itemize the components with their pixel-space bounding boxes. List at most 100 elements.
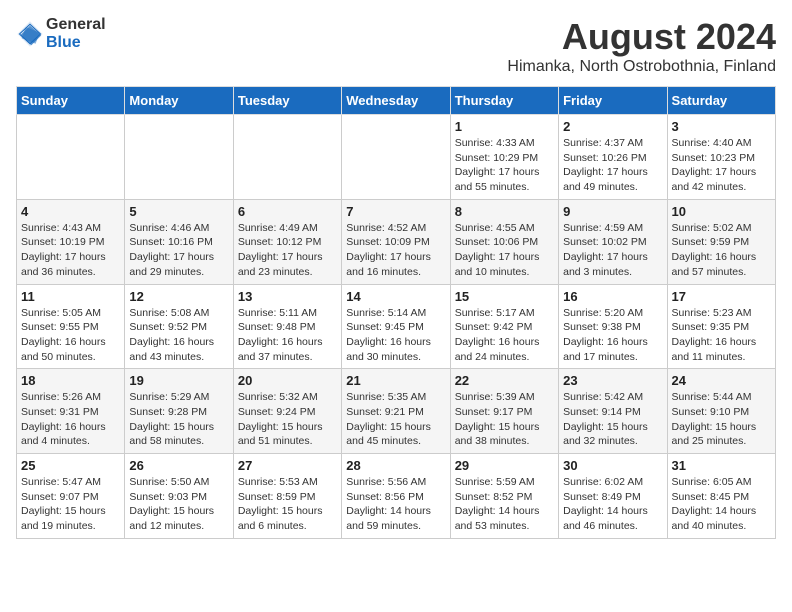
week-row-2: 4 Sunrise: 4:43 AM Sunset: 10:19 PM Dayli… — [17, 199, 776, 284]
day-number: 19 — [129, 373, 228, 388]
day-number: 28 — [346, 458, 445, 473]
day-info: Sunrise: 4:59 AM Sunset: 10:02 PM Daylig… — [563, 221, 662, 280]
day-info: Sunrise: 5:26 AM Sunset: 9:31 PM Dayligh… — [21, 390, 120, 449]
day-cell: 2 Sunrise: 4:37 AM Sunset: 10:26 PM Dayli… — [559, 115, 667, 200]
header-sunday: Sunday — [17, 87, 125, 115]
calendar-title: August 2024 — [507, 16, 776, 58]
day-number: 9 — [563, 204, 662, 219]
day-info: Sunrise: 5:59 AM Sunset: 8:52 PM Dayligh… — [455, 475, 554, 534]
day-cell: 18 Sunrise: 5:26 AM Sunset: 9:31 PM Dayli… — [17, 369, 125, 454]
day-info: Sunrise: 4:43 AM Sunset: 10:19 PM Daylig… — [21, 221, 120, 280]
day-number: 18 — [21, 373, 120, 388]
day-info: Sunrise: 4:40 AM Sunset: 10:23 PM Daylig… — [672, 136, 771, 195]
logo-text: General Blue — [46, 16, 106, 51]
day-info: Sunrise: 4:55 AM Sunset: 10:06 PM Daylig… — [455, 221, 554, 280]
day-cell: 16Sunrise: 5:20 AM Sunset: 9:38 PM Dayli… — [559, 284, 667, 369]
title-section: August 2024 Himanka, North Ostrobothnia,… — [507, 16, 776, 76]
day-info: Sunrise: 6:02 AM Sunset: 8:49 PM Dayligh… — [563, 475, 662, 534]
day-cell: 5 Sunrise: 4:46 AM Sunset: 10:16 PM Dayli… — [125, 199, 233, 284]
day-cell: 27 Sunrise: 5:53 AM Sunset: 8:59 PM Dayli… — [233, 454, 341, 539]
day-info: Sunrise: 6:05 AM Sunset: 8:45 PM Dayligh… — [672, 475, 771, 534]
day-cell: 26 Sunrise: 5:50 AM Sunset: 9:03 PM Dayli… — [125, 454, 233, 539]
day-info: Sunrise: 5:39 AM Sunset: 9:17 PM Dayligh… — [455, 390, 554, 449]
week-row-1: 1 Sunrise: 4:33 AM Sunset: 10:29 PM Dayli… — [17, 115, 776, 200]
day-cell: 13 Sunrise: 5:11 AM Sunset: 9:48 PM Dayli… — [233, 284, 341, 369]
day-number: 21 — [346, 373, 445, 388]
day-cell: 1 Sunrise: 4:33 AM Sunset: 10:29 PM Dayli… — [450, 115, 558, 200]
day-cell: 3 Sunrise: 4:40 AM Sunset: 10:23 PM Dayli… — [667, 115, 775, 200]
header-friday: Friday — [559, 87, 667, 115]
day-cell: 24Sunrise: 5:44 AM Sunset: 9:10 PM Dayli… — [667, 369, 775, 454]
day-info: Sunrise: 5:29 AM Sunset: 9:28 PM Dayligh… — [129, 390, 228, 449]
day-number: 6 — [238, 204, 337, 219]
day-info: Sunrise: 4:33 AM Sunset: 10:29 PM Daylig… — [455, 136, 554, 195]
day-info: Sunrise: 5:50 AM Sunset: 9:03 PM Dayligh… — [129, 475, 228, 534]
day-cell: 15 Sunrise: 5:17 AM Sunset: 9:42 PM Dayli… — [450, 284, 558, 369]
header-row: SundayMondayTuesdayWednesdayThursdayFrid… — [17, 87, 776, 115]
day-number: 24 — [672, 373, 771, 388]
day-cell — [233, 115, 341, 200]
day-info: Sunrise: 5:02 AM Sunset: 9:59 PM Dayligh… — [672, 221, 771, 280]
day-info: Sunrise: 5:08 AM Sunset: 9:52 PM Dayligh… — [129, 306, 228, 365]
day-number: 25 — [21, 458, 120, 473]
week-row-5: 25 Sunrise: 5:47 AM Sunset: 9:07 PM Dayli… — [17, 454, 776, 539]
logo-icon — [16, 20, 44, 48]
header-saturday: Saturday — [667, 87, 775, 115]
logo: General Blue — [16, 16, 106, 51]
day-cell: 30 Sunrise: 6:02 AM Sunset: 8:49 PM Dayli… — [559, 454, 667, 539]
day-number: 8 — [455, 204, 554, 219]
day-info: Sunrise: 4:46 AM Sunset: 10:16 PM Daylig… — [129, 221, 228, 280]
day-number: 17 — [672, 289, 771, 304]
day-number: 30 — [563, 458, 662, 473]
day-info: Sunrise: 5:35 AM Sunset: 9:21 PM Dayligh… — [346, 390, 445, 449]
day-number: 22 — [455, 373, 554, 388]
day-cell: 23Sunrise: 5:42 AM Sunset: 9:14 PM Dayli… — [559, 369, 667, 454]
logo-general: General — [46, 16, 106, 34]
day-cell: 14 Sunrise: 5:14 AM Sunset: 9:45 PM Dayli… — [342, 284, 450, 369]
day-info: Sunrise: 5:05 AM Sunset: 9:55 PM Dayligh… — [21, 306, 120, 365]
day-info: Sunrise: 5:56 AM Sunset: 8:56 PM Dayligh… — [346, 475, 445, 534]
day-cell — [342, 115, 450, 200]
day-number: 10 — [672, 204, 771, 219]
day-number: 4 — [21, 204, 120, 219]
page-header: General Blue August 2024 Himanka, North … — [16, 16, 776, 76]
day-cell: 8 Sunrise: 4:55 AM Sunset: 10:06 PM Dayli… — [450, 199, 558, 284]
day-number: 26 — [129, 458, 228, 473]
day-number: 11 — [21, 289, 120, 304]
day-cell: 12 Sunrise: 5:08 AM Sunset: 9:52 PM Dayli… — [125, 284, 233, 369]
day-cell — [17, 115, 125, 200]
day-info: Sunrise: 5:32 AM Sunset: 9:24 PM Dayligh… — [238, 390, 337, 449]
day-info: Sunrise: 5:11 AM Sunset: 9:48 PM Dayligh… — [238, 306, 337, 365]
day-number: 27 — [238, 458, 337, 473]
day-info: Sunrise: 5:23 AM Sunset: 9:35 PM Dayligh… — [672, 306, 771, 365]
day-cell: 25 Sunrise: 5:47 AM Sunset: 9:07 PM Dayli… — [17, 454, 125, 539]
day-number: 13 — [238, 289, 337, 304]
logo-blue: Blue — [46, 34, 106, 52]
day-cell: 28 Sunrise: 5:56 AM Sunset: 8:56 PM Dayli… — [342, 454, 450, 539]
day-number: 14 — [346, 289, 445, 304]
day-info: Sunrise: 4:37 AM Sunset: 10:26 PM Daylig… — [563, 136, 662, 195]
day-number: 12 — [129, 289, 228, 304]
day-cell: 10 Sunrise: 5:02 AM Sunset: 9:59 PM Dayli… — [667, 199, 775, 284]
week-row-4: 18 Sunrise: 5:26 AM Sunset: 9:31 PM Dayli… — [17, 369, 776, 454]
day-info: Sunrise: 5:14 AM Sunset: 9:45 PM Dayligh… — [346, 306, 445, 365]
day-number: 1 — [455, 119, 554, 134]
day-number: 3 — [672, 119, 771, 134]
week-row-3: 11 Sunrise: 5:05 AM Sunset: 9:55 PM Dayli… — [17, 284, 776, 369]
day-info: Sunrise: 4:52 AM Sunset: 10:09 PM Daylig… — [346, 221, 445, 280]
day-number: 16 — [563, 289, 662, 304]
day-number: 7 — [346, 204, 445, 219]
day-info: Sunrise: 5:47 AM Sunset: 9:07 PM Dayligh… — [21, 475, 120, 534]
day-info: Sunrise: 5:17 AM Sunset: 9:42 PM Dayligh… — [455, 306, 554, 365]
day-cell: 4 Sunrise: 4:43 AM Sunset: 10:19 PM Dayli… — [17, 199, 125, 284]
day-cell: 19 Sunrise: 5:29 AM Sunset: 9:28 PM Dayli… — [125, 369, 233, 454]
day-cell: 7 Sunrise: 4:52 AM Sunset: 10:09 PM Dayli… — [342, 199, 450, 284]
calendar-subtitle: Himanka, North Ostrobothnia, Finland — [507, 58, 776, 76]
day-info: Sunrise: 5:53 AM Sunset: 8:59 PM Dayligh… — [238, 475, 337, 534]
day-number: 5 — [129, 204, 228, 219]
day-number: 15 — [455, 289, 554, 304]
day-number: 20 — [238, 373, 337, 388]
day-number: 31 — [672, 458, 771, 473]
day-cell: 29Sunrise: 5:59 AM Sunset: 8:52 PM Dayli… — [450, 454, 558, 539]
day-number: 2 — [563, 119, 662, 134]
